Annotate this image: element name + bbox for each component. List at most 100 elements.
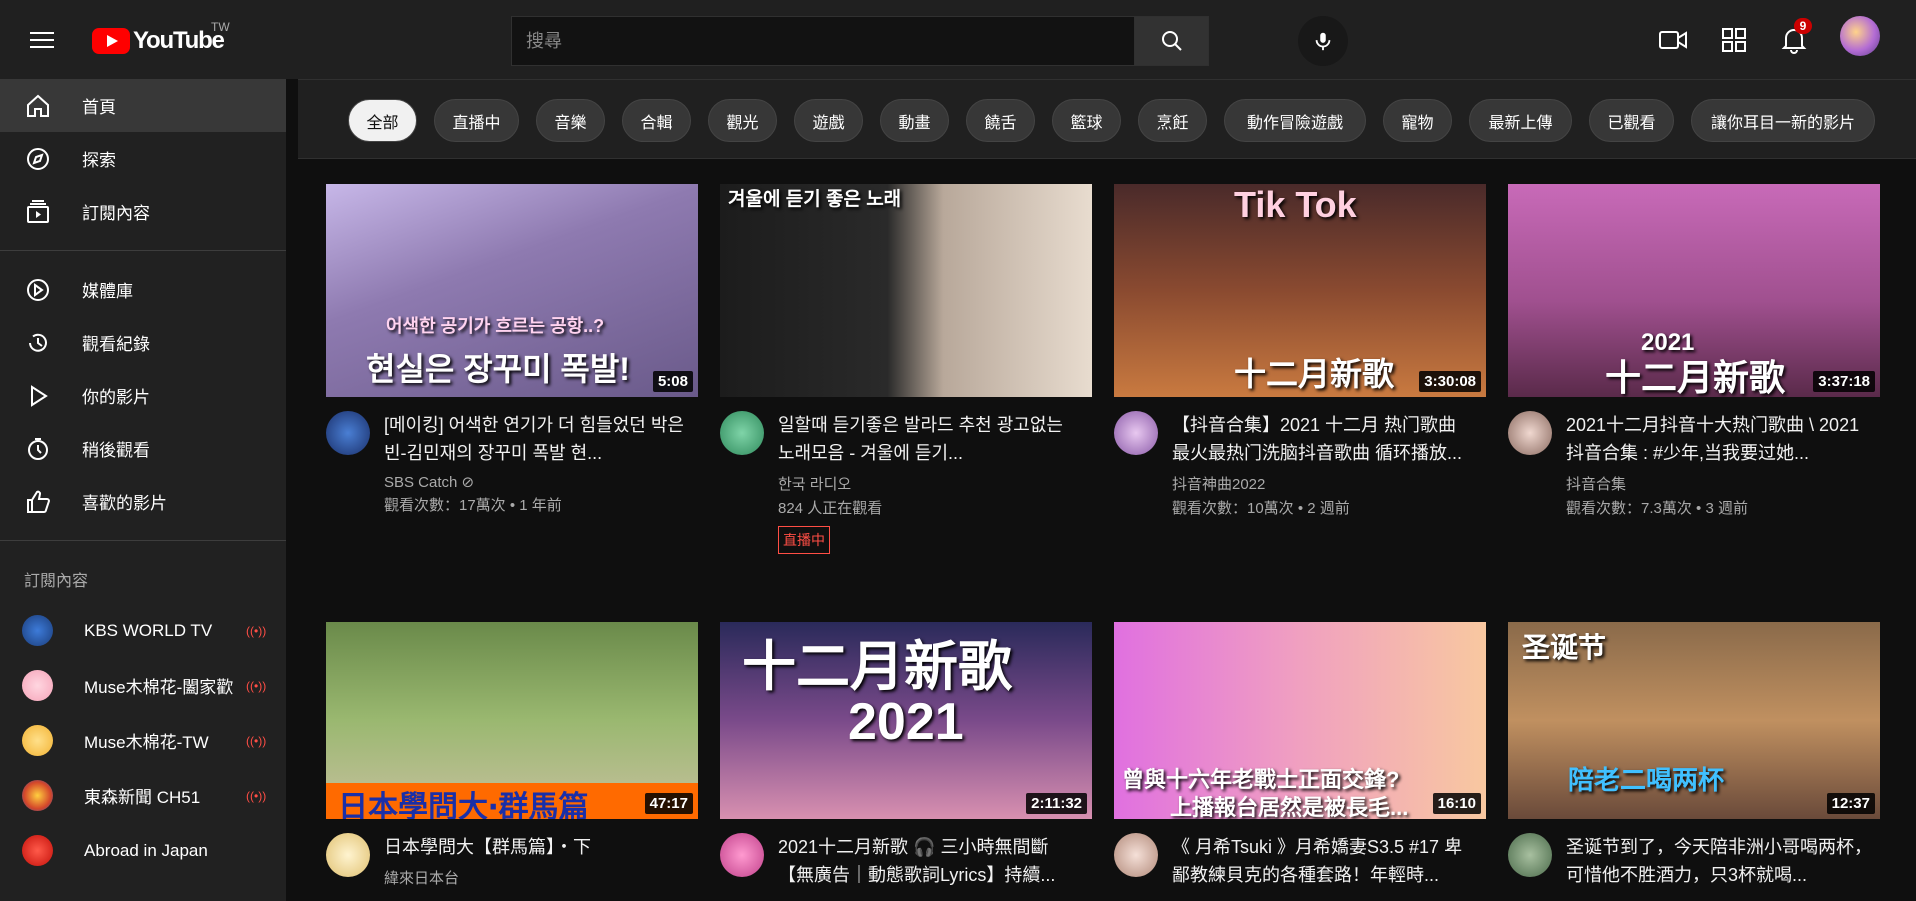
video-title[interactable]: 【抖音合集】2021 十二月 热门歌曲 最火最热门洗脑抖音歌曲 循环播放... [1172, 411, 1478, 467]
region-code: TW [211, 20, 230, 34]
live-badge: 直播中 [778, 526, 830, 554]
video-thumbnail[interactable]: 어색한 공기가 흐르는 공항..? 현실은 장꾸미 폭발! 5:08 [326, 184, 698, 397]
chip-watched[interactable]: 已觀看 [1589, 99, 1674, 142]
sidebar-item-library[interactable]: 媒體庫 [0, 263, 286, 316]
search-button[interactable] [1134, 17, 1208, 65]
channel-avatar[interactable] [720, 411, 764, 455]
channel-avatar[interactable] [720, 833, 764, 877]
live-broadcast-icon: ((•)) [246, 678, 267, 693]
youtube-logo[interactable]: YouTube [92, 26, 225, 56]
chip-live[interactable]: 直播中 [434, 99, 519, 142]
video-thumbnail[interactable]: 十二月新歌 2021 2:11:32 [720, 622, 1092, 819]
subscription-item[interactable]: Abroad in Japan [0, 823, 286, 878]
subscription-item[interactable]: Muse木棉花-闔家歡 ((•)) [0, 658, 286, 713]
video-thumbnail[interactable]: 겨울에 듣기 좋은 노래 [720, 184, 1092, 397]
search-icon [1161, 31, 1182, 51]
sidebar-item-history[interactable]: 觀看紀錄 [0, 316, 286, 369]
chip-new-to-you[interactable]: 讓你耳目一新的影片 [1691, 99, 1875, 142]
chip-basketball[interactable]: 籃球 [1052, 99, 1121, 142]
filter-chips-bar: 全部 直播中 音樂 合輯 觀光 遊戲 動畫 饒舌 籃球 烹飪 動作冒險遊戲 寵物… [298, 79, 1916, 159]
chip-all[interactable]: 全部 [348, 99, 417, 142]
channel-avatar[interactable] [1114, 411, 1158, 455]
chip-recently-uploaded[interactable]: 最新上傳 [1469, 99, 1572, 142]
upload-age: 2 週前 [1307, 500, 1350, 517]
chip-action-adventure[interactable]: 動作冒險遊戲 [1224, 99, 1366, 142]
create-video-button[interactable] [1657, 24, 1689, 56]
upload-age: 3 週前 [1705, 500, 1748, 517]
video-thumbnail[interactable]: 圣诞节 陪老二喝两杯 12:37 [1508, 622, 1880, 819]
channel-avatar[interactable] [1508, 833, 1552, 877]
video-title[interactable]: 《 月希Tsuki 》月希嬌妻S3.5 #17 卑鄙教練貝克的各種套路！年輕時.… [1172, 833, 1478, 889]
sidebar-item-your-videos[interactable]: 你的影片 [0, 369, 286, 422]
explore-icon [24, 145, 52, 173]
account-avatar[interactable] [1840, 16, 1880, 56]
notifications-button[interactable]: 9 [1778, 18, 1812, 56]
video-thumbnail[interactable]: 曾與十六年老戰士正面交鋒? 上播報台居然是被長毛... 16:10 [1114, 622, 1486, 819]
thumbnail-subtext: 上播報台居然是被長毛... [1170, 795, 1409, 819]
sidebar-item-home[interactable]: 首頁 [0, 79, 286, 132]
sidebar-item-subscriptions[interactable]: 訂閱內容 [0, 185, 286, 238]
channel-avatar[interactable] [326, 411, 370, 455]
subscription-item[interactable]: Muse木棉花-TW ((•)) [0, 713, 286, 768]
search-input[interactable] [512, 17, 1134, 65]
video-title[interactable]: 日本學問大【群馬篇】・下 [384, 833, 690, 861]
video-duration: 3:37:18 [1813, 371, 1875, 392]
channel-avatar[interactable] [326, 833, 370, 877]
channel-name[interactable]: 한국 라디오 [778, 473, 1084, 494]
thumbnail-text: 日本學問大‧群馬篇 [338, 791, 589, 819]
video-title[interactable]: 일할때 듣기좋은 발라드 추천 광고없는 노래모음 - 겨울에 듣기... [778, 411, 1084, 467]
channel-avatar[interactable] [1508, 411, 1552, 455]
video-title[interactable]: [메이킹] 어색한 연기가 더 힘들었던 박은빈-김민재의 장꾸미 폭발 현..… [384, 411, 690, 467]
video-title[interactable]: 2021十二月新歌 🎧 三小時無間斷【無廣告｜動態歌詞Lyrics】持續... [778, 833, 1084, 889]
chip-animation[interactable]: 動畫 [880, 99, 949, 142]
chip-tourism[interactable]: 觀光 [708, 99, 777, 142]
video-duration: 16:10 [1432, 793, 1481, 814]
history-icon [24, 329, 52, 357]
subscription-name: Muse木棉花-闔家歡 [84, 678, 234, 697]
channel-name-text: SBS Catch [384, 474, 458, 491]
video-title[interactable]: 2021十二月抖音十大热门歌曲 \ 2021 抖音合集 : #少年,当我要过她.… [1566, 411, 1872, 467]
channel-avatar[interactable] [1114, 833, 1158, 877]
sidebar-item-explore[interactable]: 探索 [0, 132, 286, 185]
subscription-name: KBS WORLD TV [84, 620, 213, 640]
video-card: 十二月新歌 2021 2:11:32 2021十二月新歌 🎧 三小時無間斷【無廣… [720, 622, 1092, 889]
sidebar-item-label: 探索 [82, 151, 116, 170]
video-stats: 觀看次數：17萬次 • 1 年前 [384, 497, 562, 514]
video-thumbnail[interactable]: 日本學問大‧群馬篇 47:17 [326, 622, 698, 819]
channel-name[interactable]: SBS Catch ⊘ [384, 473, 690, 491]
channel-avatar [22, 725, 53, 756]
view-count: 觀看次數：7.3萬次 [1566, 500, 1692, 517]
channel-name[interactable]: 抖音合集 [1566, 473, 1872, 494]
video-duration: 5:08 [652, 371, 693, 392]
thumbnail-text: 十二月新歌 [1605, 357, 1786, 397]
sidebar-item-liked-videos[interactable]: 喜歡的影片 [0, 475, 286, 528]
apps-button[interactable] [1718, 24, 1750, 56]
channel-name[interactable]: 抖音神曲2022 [1172, 473, 1478, 494]
video-thumbnail[interactable]: 2021 十二月新歌 3:37:18 [1508, 184, 1880, 397]
thumbs-up-icon [24, 488, 52, 516]
chip-pets[interactable]: 寵物 [1383, 99, 1452, 142]
chip-mixes[interactable]: 合輯 [622, 99, 691, 142]
subscription-item[interactable]: 東森新聞 CH51 ((•)) [0, 768, 286, 823]
sidebar-item-label: 喜歡的影片 [82, 494, 167, 513]
video-title[interactable]: 圣诞节到了，今天陪非洲小哥喝两杯，可惜他不胜酒力，只3杯就喝... [1566, 833, 1872, 889]
sidebar-item-label: 媒體庫 [82, 282, 133, 301]
subscription-item[interactable]: KBS WORLD TV ((•)) [0, 603, 286, 658]
thumbnail-subtext: 圣诞节 [1522, 632, 1607, 663]
channel-name[interactable]: 緯來日本台 [384, 867, 690, 888]
video-card: 圣诞节 陪老二喝两杯 12:37 圣诞节到了，今天陪非洲小哥喝两杯，可惜他不胜酒… [1508, 622, 1880, 889]
chip-cooking[interactable]: 烹飪 [1138, 99, 1207, 142]
sidebar-item-watch-later[interactable]: 稍後觀看 [0, 422, 286, 475]
voice-search-button[interactable] [1298, 16, 1348, 66]
chip-music[interactable]: 音樂 [536, 99, 605, 142]
video-thumbnail[interactable]: Tik Tok 十二月新歌 3:30:08 [1114, 184, 1486, 397]
video-stats: 觀看次數：7.3萬次 • 3 週前 [1566, 500, 1748, 517]
channel-avatar [22, 670, 53, 701]
subscription-name: Abroad in Japan [84, 840, 208, 860]
view-count: 觀看次數：10萬次 [1172, 500, 1294, 517]
chip-rap[interactable]: 饒舌 [966, 99, 1035, 142]
library-icon [24, 276, 52, 304]
chip-games[interactable]: 遊戲 [794, 99, 863, 142]
video-stats: 觀看次數：10萬次 • 2 週前 [1172, 500, 1350, 517]
menu-icon[interactable] [24, 22, 60, 58]
